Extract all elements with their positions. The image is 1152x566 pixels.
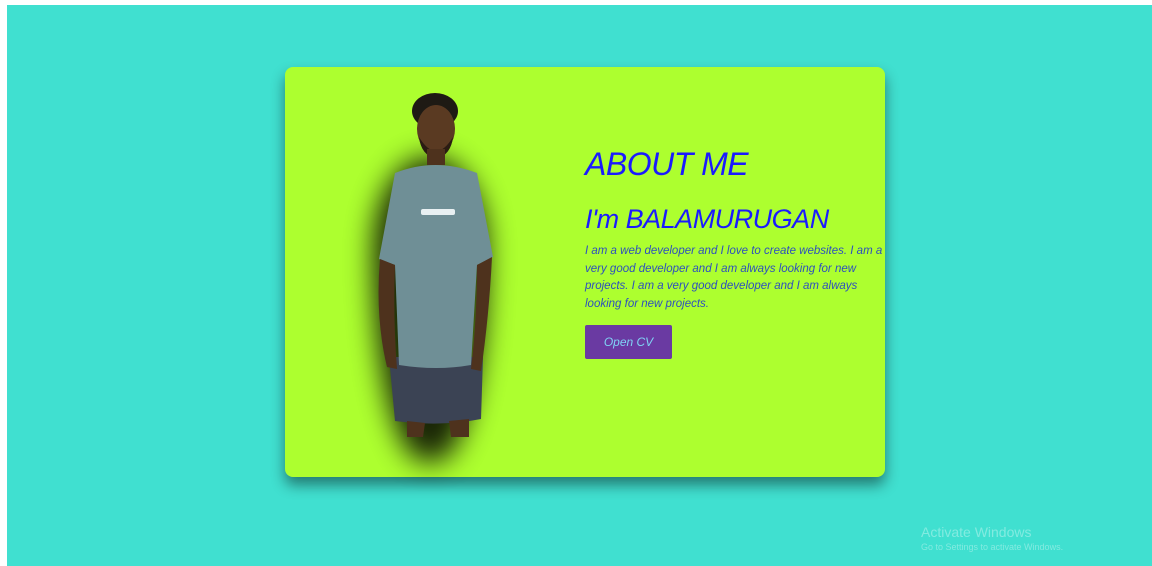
about-card: ABOUT ME I'm BALAMURUGAN I am a web deve… — [285, 67, 885, 477]
page-background: ABOUT ME I'm BALAMURUGAN I am a web deve… — [7, 5, 1152, 566]
activate-windows-watermark: Activate Windows Go to Settings to activ… — [921, 523, 1063, 553]
watermark-title: Activate Windows — [921, 524, 1032, 540]
profile-photo — [355, 87, 505, 467]
name-heading: I'm BALAMURUGAN — [585, 204, 829, 234]
person-figure — [378, 93, 493, 437]
about-heading: ABOUT ME — [585, 146, 749, 182]
about-text: ABOUT ME I'm BALAMURUGAN I am a web deve… — [585, 145, 885, 359]
about-description: I am a web developer and I love to creat… — [585, 245, 883, 310]
open-cv-button[interactable]: Open CV — [585, 325, 672, 359]
watermark-subtitle: Go to Settings to activate Windows. — [921, 542, 1064, 552]
